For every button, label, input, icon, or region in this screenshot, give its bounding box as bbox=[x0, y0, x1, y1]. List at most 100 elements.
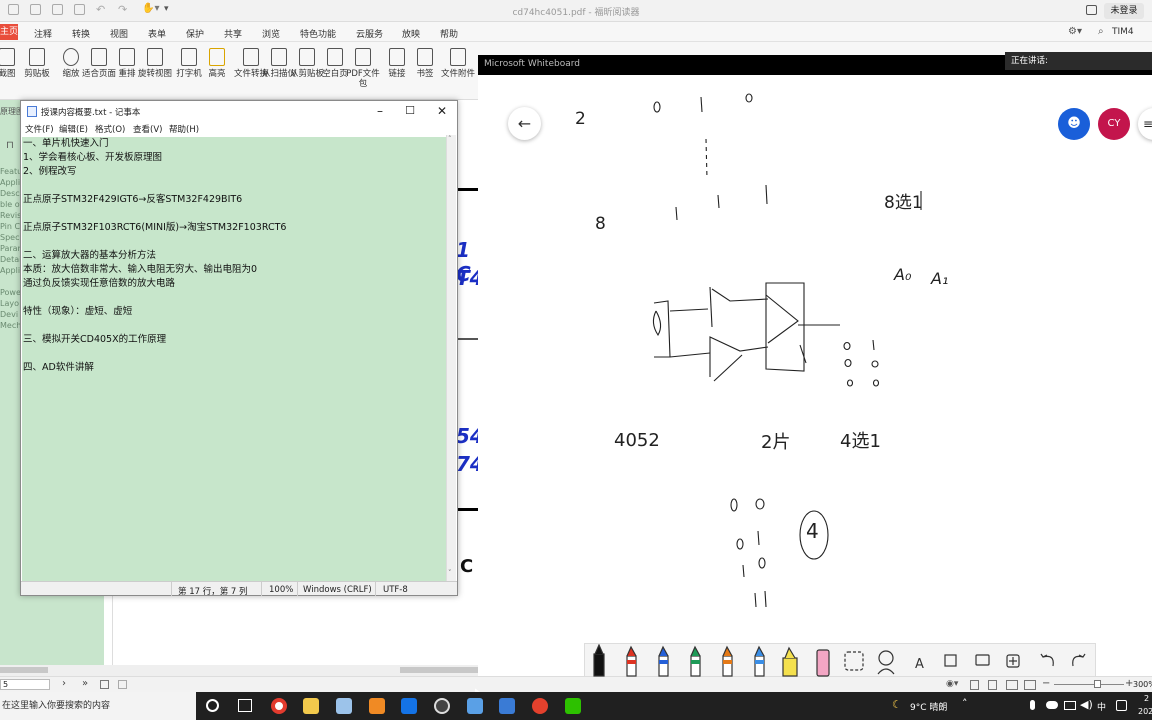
menu-edit[interactable]: 编辑(E) bbox=[59, 123, 88, 135]
pen-lightblue-icon[interactable] bbox=[754, 645, 765, 677]
pen-red-icon[interactable] bbox=[626, 645, 637, 677]
toc-item[interactable]: Devi bbox=[0, 309, 18, 320]
facing-icon[interactable] bbox=[1006, 680, 1018, 690]
menu-slideshow[interactable]: 放映 bbox=[402, 27, 420, 40]
single-page-icon[interactable] bbox=[970, 680, 979, 690]
onedrive-icon[interactable] bbox=[1046, 701, 1058, 709]
pen-orange-icon[interactable] bbox=[722, 645, 733, 677]
highlighter-icon[interactable] bbox=[782, 646, 798, 677]
cover-icon[interactable] bbox=[1024, 680, 1036, 690]
user-avatar[interactable]: CY bbox=[1098, 108, 1130, 140]
whiteboard-taskbar-icon[interactable] bbox=[499, 698, 515, 714]
volume-icon[interactable]: ◀) bbox=[1080, 698, 1093, 711]
skin-icon[interactable] bbox=[1086, 5, 1097, 15]
meeting-app-icon[interactable] bbox=[401, 698, 417, 714]
redo-icon[interactable] bbox=[1072, 653, 1086, 667]
menu-share[interactable]: 共享 bbox=[224, 27, 242, 40]
app-icon[interactable] bbox=[467, 698, 483, 714]
menu-form[interactable]: 表单 bbox=[148, 27, 166, 40]
menu-annotate[interactable]: 注释 bbox=[34, 27, 52, 40]
shapes-icon[interactable] bbox=[877, 650, 895, 675]
vertical-scrollbar[interactable]: ˄ ˅ bbox=[446, 135, 456, 581]
cortana-icon[interactable] bbox=[206, 699, 219, 712]
menu-file[interactable]: 文件(F) bbox=[25, 123, 54, 135]
maximize-button[interactable]: ☐ bbox=[395, 103, 425, 119]
whiteboard-canvas[interactable]: 2 8 8选1 A₀ A₁ 4052 2片 4选1 4 ← ☻ CY ≡ A bbox=[478, 75, 1152, 677]
add-icon[interactable] bbox=[1006, 654, 1020, 668]
menu-browse[interactable]: 浏览 bbox=[262, 27, 280, 40]
scroll-down-icon[interactable]: ˅ bbox=[448, 569, 452, 577]
notepad-text-area[interactable]: 一、单片机快速入门 1、学会看核心板、开发板原理图 2、例程改写 正点原子STM… bbox=[22, 137, 446, 581]
search-input[interactable]: TIM4 bbox=[1112, 27, 1152, 41]
menu-format[interactable]: 格式(O) bbox=[95, 123, 125, 135]
clock-time[interactable]: 2 bbox=[1144, 694, 1149, 703]
person-icon[interactable]: ☻ bbox=[1058, 108, 1090, 140]
notepad-taskbar-icon[interactable] bbox=[336, 698, 352, 714]
eraser-icon[interactable] bbox=[816, 649, 830, 677]
network-icon[interactable] bbox=[1064, 701, 1076, 710]
chrome-icon[interactable] bbox=[271, 698, 287, 714]
horizontal-scrollbar[interactable] bbox=[0, 665, 478, 676]
bookmark-panel-icon[interactable]: ⊓ bbox=[6, 140, 14, 151]
netease-music-icon[interactable] bbox=[532, 698, 548, 714]
settings-icon[interactable]: ⚙▾ bbox=[1068, 26, 1082, 37]
zoom-out-icon[interactable]: − bbox=[1042, 678, 1050, 689]
pen-blue-icon[interactable] bbox=[658, 645, 669, 677]
note-icon[interactable] bbox=[944, 654, 957, 667]
ribbon-highlight-button[interactable]: 高亮 bbox=[200, 48, 234, 79]
ribbon-attachment-button[interactable]: 文件附件 bbox=[441, 48, 475, 79]
ime-indicator[interactable]: 中 bbox=[1097, 700, 1106, 713]
two-page-icon[interactable] bbox=[100, 680, 109, 689]
ribbon-rotate-button[interactable]: 旋转视图 bbox=[138, 48, 172, 79]
toc-item[interactable]: Featu bbox=[0, 166, 22, 177]
weather-text[interactable]: 9°C 晴朗 bbox=[910, 700, 947, 713]
scroll-up-icon[interactable]: ˄ bbox=[448, 135, 452, 143]
menu-help[interactable]: 帮助 bbox=[440, 27, 458, 40]
undo-icon[interactable] bbox=[1040, 653, 1054, 667]
ribbon-bookmark-button[interactable]: 书签 bbox=[408, 48, 442, 79]
tray-chevron-icon[interactable]: ˄ bbox=[962, 697, 968, 710]
zoom-slider-thumb[interactable] bbox=[1094, 680, 1101, 688]
camera-icon[interactable] bbox=[434, 698, 450, 714]
foxit-icon[interactable] bbox=[369, 698, 385, 714]
menu-cloud[interactable]: 云服务 bbox=[356, 27, 383, 40]
file-explorer-icon[interactable] bbox=[303, 698, 319, 714]
login-button[interactable]: 未登录 bbox=[1104, 3, 1144, 19]
menu-protect[interactable]: 保护 bbox=[186, 27, 204, 40]
zoom-level[interactable]: 300% bbox=[1133, 680, 1152, 689]
pen-green-icon[interactable] bbox=[690, 645, 701, 677]
taskbar-search[interactable]: 在这里输入你要搜索的内容 bbox=[0, 692, 196, 720]
pen-black-icon[interactable] bbox=[593, 644, 605, 677]
menu-view[interactable]: 查看(V) bbox=[133, 123, 162, 135]
toc-item[interactable]: Powe bbox=[0, 287, 21, 298]
whiteboard-titlebar[interactable]: Microsoft Whiteboard 正在讲话: bbox=[478, 52, 1152, 75]
zoom-slider[interactable] bbox=[1054, 684, 1124, 685]
page-number-input[interactable]: 5 bbox=[0, 679, 50, 690]
back-arrow-button[interactable]: ← bbox=[508, 107, 541, 140]
scroll-thumb[interactable] bbox=[400, 667, 478, 673]
last-page-icon[interactable]: » bbox=[82, 678, 88, 689]
next-page-icon[interactable]: › bbox=[62, 678, 66, 689]
ribbon-clipboard-button[interactable]: 剪贴板 bbox=[20, 48, 54, 79]
clock-date[interactable]: 202 bbox=[1138, 707, 1152, 716]
continuous-icon[interactable] bbox=[988, 680, 997, 690]
ribbon-portfolio-button[interactable]: PDF文件包 bbox=[346, 48, 380, 89]
menu-help[interactable]: 帮助(H) bbox=[169, 123, 199, 135]
lasso-icon[interactable] bbox=[844, 651, 864, 671]
close-button[interactable]: ✕ bbox=[427, 103, 457, 119]
menu-home[interactable]: 主页 bbox=[0, 24, 18, 40]
toc-item[interactable]: Mech bbox=[0, 320, 21, 331]
menu-view[interactable]: 视图 bbox=[110, 27, 128, 40]
text-icon[interactable]: A bbox=[915, 657, 924, 672]
image-icon[interactable] bbox=[975, 654, 990, 666]
scroll-thumb[interactable] bbox=[0, 667, 48, 673]
view-mode-icon[interactable]: ◉▾ bbox=[946, 679, 958, 689]
microphone-icon[interactable] bbox=[1030, 700, 1035, 710]
minimize-button[interactable]: – bbox=[365, 103, 395, 119]
window-icon[interactable] bbox=[118, 680, 127, 689]
menu-features[interactable]: 特色功能 bbox=[300, 27, 336, 40]
menu-convert[interactable]: 转换 bbox=[72, 27, 90, 40]
notepad-titlebar[interactable]: 授课内容概要.txt - 记事本 – ☐ ✕ bbox=[21, 101, 457, 121]
toc-item[interactable]: Layo bbox=[0, 298, 19, 309]
notepad-window[interactable]: 授课内容概要.txt - 记事本 – ☐ ✕ 文件(F) 编辑(E) 格式(O)… bbox=[20, 100, 458, 597]
